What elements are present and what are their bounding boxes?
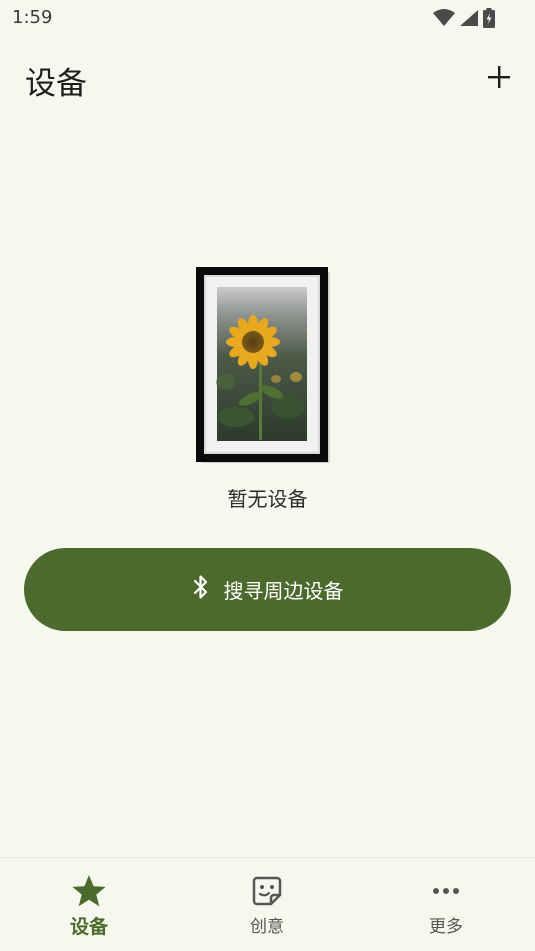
empty-state-message: 暂无设备 [227,487,308,511]
nav-item-creative[interactable]: 创意 [178,858,356,951]
plus-icon [484,66,514,96]
sticker-icon [251,874,283,908]
page-title: 设备 [25,66,87,102]
screen: 1:59 设备 暂无设备 搜寻周边设备 设备 创意 更多 [0,0,535,951]
add-device-button[interactable] [484,62,514,92]
bottom-navigation: 设备 创意 更多 [0,857,535,951]
search-nearby-devices-button[interactable]: 搜寻周边设备 [24,548,511,631]
more-horizontal-icon [432,874,460,908]
status-icons [433,8,495,28]
nav-label-more: 更多 [429,917,463,937]
status-time: 1:59 [12,7,53,28]
battery-icon [483,8,495,28]
nav-label-devices: 设备 [69,916,108,938]
nav-item-more[interactable]: 更多 [357,858,535,951]
wifi-icon [433,9,455,27]
bluetooth-icon [192,574,210,605]
nav-label-creative: 创意 [250,917,284,937]
photo-frame-illustration [196,267,330,463]
nav-item-devices[interactable]: 设备 [0,858,178,951]
status-bar: 1:59 [0,0,535,36]
cellular-signal-icon [459,9,479,27]
search-button-label: 搜寻周边设备 [223,579,344,603]
star-icon [71,874,107,908]
